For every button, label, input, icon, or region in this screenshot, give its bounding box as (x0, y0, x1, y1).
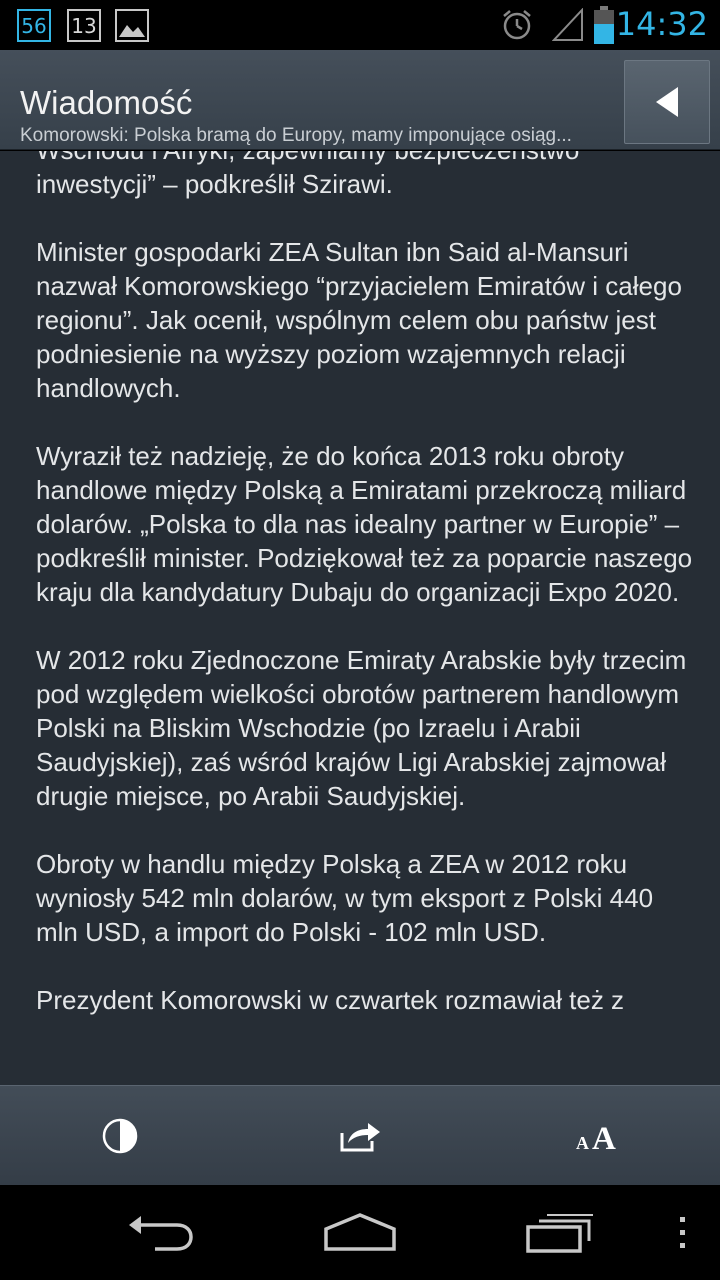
status-bar: 56 13 14:32 (0, 0, 720, 50)
screen-title: Wiadomość (20, 84, 193, 121)
navigation-bar (0, 1185, 720, 1280)
signal-icon (552, 8, 583, 41)
back-icon (129, 1215, 193, 1251)
image-icon (115, 9, 149, 42)
nav-home-button[interactable] (300, 1185, 420, 1280)
nav-menu-button[interactable] (660, 1185, 704, 1280)
nav-recent-apps-button[interactable] (500, 1185, 620, 1280)
home-icon (324, 1212, 396, 1251)
font-size-icon: A A (576, 1121, 616, 1153)
font-size-button[interactable]: A A (480, 1086, 720, 1186)
alarm-icon (503, 10, 531, 40)
menu-icon (680, 1216, 685, 1248)
bottom-toolbar: A A (0, 1085, 720, 1185)
article-paragraph: Wschodu i Afryki, zapewniamy bezpieczeńs… (36, 151, 579, 199)
back-button[interactable] (624, 60, 710, 144)
article-body: Wschodu i Afryki, zapewniamy bezpieczeńs… (36, 151, 696, 1051)
article-subtitle: Komorowski: Polska bramą do Europy, mamy… (20, 125, 572, 146)
svg-text:A: A (576, 1133, 589, 1153)
back-triangle-icon (656, 87, 678, 117)
clock: 14:32 (615, 5, 708, 43)
article-paragraph: Wyraził też nadzieję, że do końca 2013 r… (36, 441, 693, 607)
article-paragraph: Minister gospodarki ZEA Sultan ibn Said … (36, 237, 682, 403)
notification-badge-2: 13 (67, 9, 101, 42)
article-paragraph: Prezydent Komorowski w czwartek rozmawia… (36, 985, 625, 1015)
svg-text:A: A (592, 1121, 616, 1153)
recent-apps-icon (526, 1213, 593, 1253)
nav-back-button[interactable] (100, 1185, 220, 1280)
share-button[interactable] (240, 1086, 480, 1186)
contrast-button[interactable] (0, 1086, 240, 1186)
article-content[interactable]: Wschodu i Afryki, zapewniamy bezpieczeńs… (0, 151, 720, 1085)
contrast-icon (102, 1118, 138, 1154)
share-icon (340, 1123, 380, 1152)
notification-badge-1: 56 (17, 9, 51, 42)
article-paragraph: Obroty w handlu między Polską a ZEA w 20… (36, 849, 654, 947)
battery-icon (594, 6, 614, 44)
action-bar: Wiadomość Komorowski: Polska bramą do Eu… (0, 50, 720, 150)
article-paragraph: W 2012 roku Zjednoczone Emiraty Arabskie… (36, 645, 687, 811)
